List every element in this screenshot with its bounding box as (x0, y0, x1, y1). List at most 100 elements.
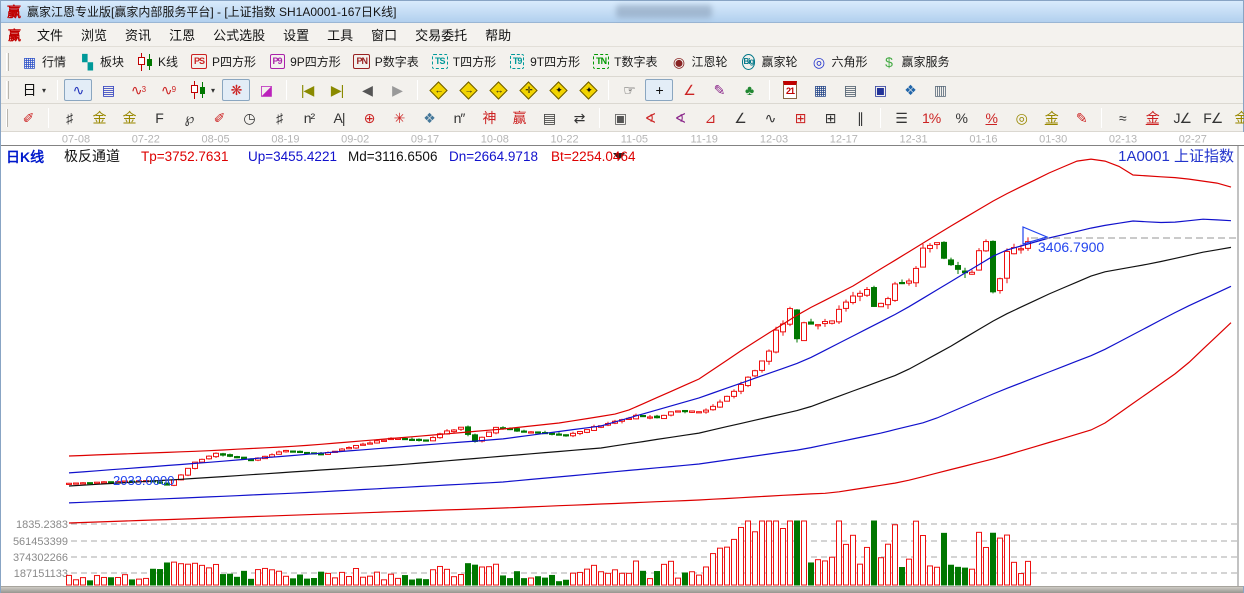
angle-lines[interactable]: ∠ (726, 107, 754, 129)
toolbar-grip[interactable] (6, 53, 9, 71)
star-burst[interactable]: ✳ (385, 107, 413, 129)
square-of-nine[interactable]: n² (295, 107, 323, 129)
winner-wheel[interactable]: Big赢家轮 (734, 51, 802, 73)
gann-wheel[interactable]: ◉江恩轮 (664, 51, 732, 73)
toolbar-grip[interactable] (6, 81, 9, 99)
jump-first[interactable]: |◀ (293, 79, 321, 101)
measure-ruler[interactable]: ▤ (535, 107, 563, 129)
fib-fan[interactable]: ∢ (666, 107, 694, 129)
menu-logo-icon[interactable]: 赢 (8, 25, 21, 44)
grid-star[interactable]: ❖ (415, 107, 443, 129)
expand-both[interactable]: ↔ (484, 79, 512, 101)
menu-item-7[interactable]: 窗口 (362, 26, 406, 45)
remote-pc[interactable]: ▥ (926, 79, 954, 101)
rect-select[interactable]: ▣ (606, 107, 634, 129)
fib-time[interactable]: F (145, 107, 173, 129)
trend-view[interactable]: ∿ (64, 79, 92, 101)
j-angle[interactable]: J∠ (1168, 107, 1196, 129)
eraser-pen[interactable]: ✐ (14, 107, 42, 129)
percent[interactable]: % (947, 107, 975, 129)
gold-angle-icon: 金∠ (1234, 109, 1244, 127)
toolbar-grip[interactable] (6, 109, 8, 127)
gold-underline[interactable]: 金 (1138, 107, 1166, 129)
quotes[interactable]: ▦行情 (15, 51, 71, 73)
menu-item-5[interactable]: 设置 (274, 26, 318, 45)
fan-box[interactable]: ⊿ (696, 107, 724, 129)
menu-item-1[interactable]: 浏览 (72, 26, 116, 45)
kline[interactable]: K线 (131, 51, 183, 73)
winner-tool[interactable]: 赢 (505, 107, 533, 129)
gold-angle[interactable]: 金∠ (1229, 107, 1244, 129)
p-square[interactable]: PSP四方形 (185, 51, 261, 73)
p9-square[interactable]: P99P四方形 (263, 51, 346, 73)
f-angle[interactable]: F∠ (1198, 107, 1227, 129)
span-measure[interactable]: ⇄ (565, 107, 593, 129)
brush[interactable]: ✎ (1067, 107, 1095, 129)
fib-retrace[interactable]: 1% (917, 107, 945, 129)
gann-grid[interactable]: ♯ (55, 107, 83, 129)
spiral[interactable]: ℘ (175, 107, 203, 129)
menu-item-2[interactable]: 资讯 (116, 26, 160, 45)
step-back[interactable]: ◀ (353, 79, 381, 101)
period-daily[interactable]: 日▾ (15, 79, 51, 101)
menu-item-6[interactable]: 工具 (318, 26, 362, 45)
volume-distribution[interactable]: ◪ (252, 79, 280, 101)
gann-circle[interactable]: ⊕ (355, 107, 383, 129)
status-bar[interactable] (1, 586, 1243, 593)
expand-right[interactable]: → (454, 79, 482, 101)
wave-mark[interactable]: n″ (445, 107, 473, 129)
step-forward[interactable]: ▶ (383, 79, 411, 101)
memo[interactable]: ▤ (836, 79, 864, 101)
menu-item-9[interactable]: 帮助 (476, 26, 520, 45)
mark-pen[interactable]: ✐ (205, 107, 233, 129)
hexagon[interactable]: ◎六角形 (805, 51, 873, 73)
menu-item-8[interactable]: 交易委托 (406, 26, 476, 45)
p-number-table[interactable]: PNP数字表 (348, 51, 424, 73)
compress-view[interactable]: ✛ (514, 79, 542, 101)
gold-ruler-2[interactable]: 金 (115, 107, 143, 129)
t-square[interactable]: TST四方形 (426, 51, 501, 73)
percent-line[interactable]: % (977, 107, 1005, 129)
candle-style[interactable]: ▾ (184, 79, 220, 101)
t-number-table[interactable]: TNT数字表 (587, 51, 662, 73)
zoom-in[interactable]: ✦ (544, 79, 572, 101)
pan-tool[interactable]: ☞ (615, 79, 643, 101)
parallel-lines[interactable]: ∥ (846, 107, 874, 129)
jump-last[interactable]: ▶| (323, 79, 351, 101)
candle-body (571, 433, 576, 435)
gann-fan[interactable]: ∢ (636, 107, 664, 129)
time-cycle[interactable]: ◷ (235, 107, 263, 129)
zoom-out[interactable]: ✦ (574, 79, 602, 101)
sectors[interactable]: ▚板块 (73, 51, 129, 73)
calendar[interactable]: 21 (776, 79, 804, 101)
save[interactable]: ▣ (866, 79, 894, 101)
price-grid[interactable]: ♯ (265, 107, 293, 129)
smart-tool[interactable]: ♣ (735, 79, 763, 101)
gold-circle[interactable]: ◎ (1007, 107, 1035, 129)
zigzag[interactable]: ∿ (756, 107, 784, 129)
f10-info[interactable]: ▤ (94, 79, 122, 101)
menu-item-3[interactable]: 江恩 (160, 26, 204, 45)
network[interactable]: ❖ (896, 79, 924, 101)
kline-chart[interactable]: 07-0807-2208-0508-1909-0209-1710-0810-22… (1, 132, 1244, 586)
fib-grid[interactable]: ⊞ (786, 107, 814, 129)
gold-level[interactable]: 金 (1037, 107, 1065, 129)
t9-square[interactable]: T99T四方形 (503, 51, 585, 73)
gold-ruler-1[interactable]: 金 (85, 107, 113, 129)
magic-tool[interactable]: 神 (475, 107, 503, 129)
price-ladder[interactable]: ☰ (887, 107, 915, 129)
menu-item-4[interactable]: 公式选股 (204, 26, 274, 45)
menu-item-0[interactable]: 文件 (28, 26, 72, 45)
trend-grid[interactable]: ⊞ (816, 107, 844, 129)
crosshair-tool[interactable]: + (645, 79, 673, 101)
text-note[interactable]: A| (325, 107, 353, 129)
expand-left[interactable]: ← (424, 79, 452, 101)
angle-measure[interactable]: ∠ (675, 79, 703, 101)
winner-service[interactable]: $赢家服务 (875, 51, 955, 73)
wave-9[interactable]: ∿9 (154, 79, 182, 101)
gann-flower[interactable]: ❋ (222, 79, 250, 101)
wave-overlay[interactable]: ≈ (1108, 107, 1136, 129)
draw-tool[interactable]: ✎ (705, 79, 733, 101)
wave-3[interactable]: ∿3 (124, 79, 152, 101)
calculator[interactable]: ▦ (806, 79, 834, 101)
